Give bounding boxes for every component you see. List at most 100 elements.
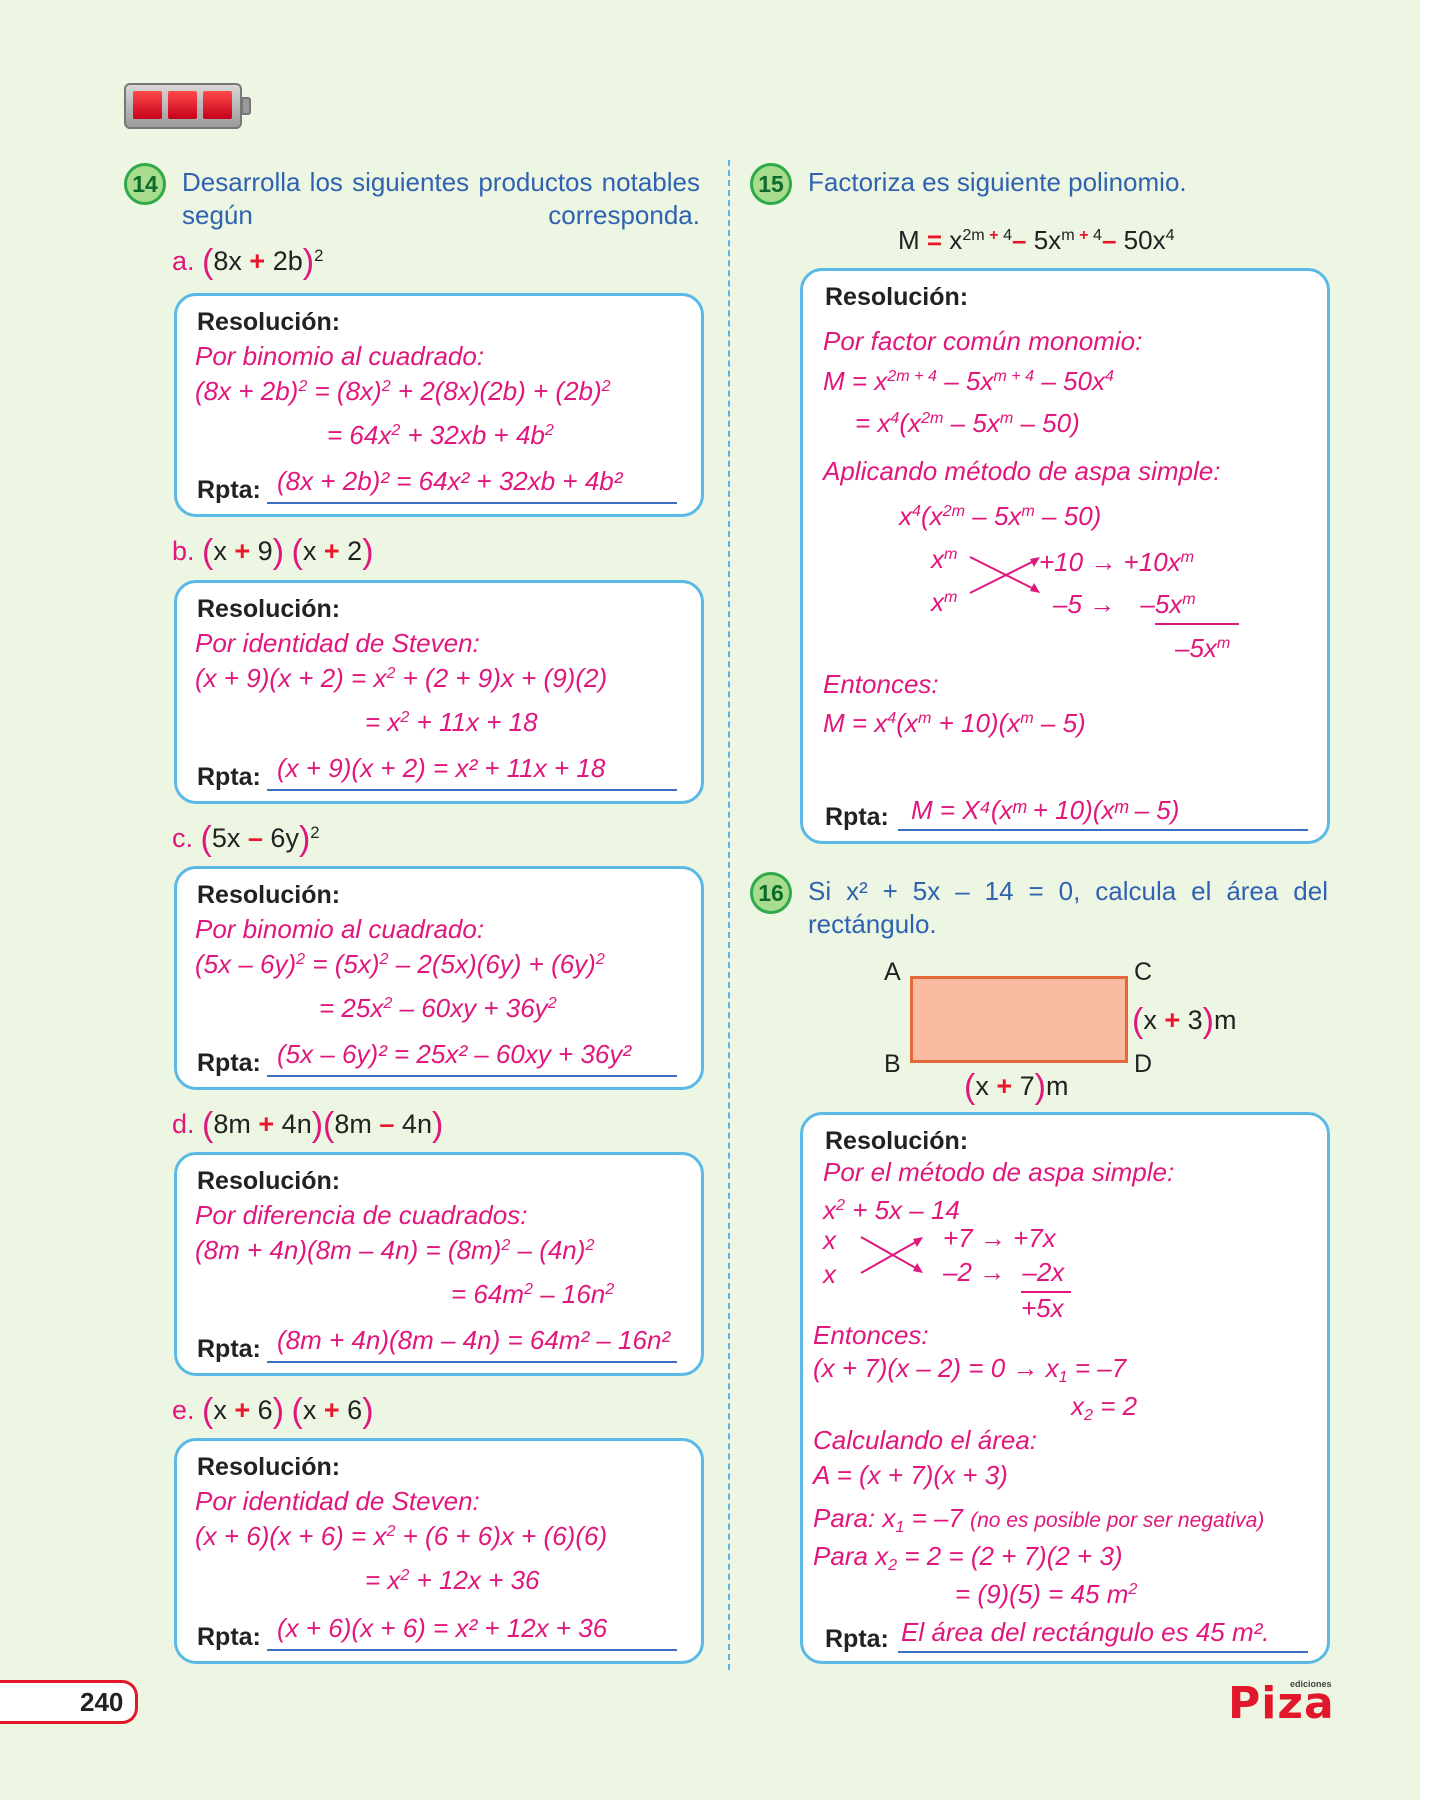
- item-c-label: c. (5x – 6y)2: [172, 820, 320, 858]
- rpta-label: Rpta:: [197, 1335, 261, 1363]
- aspa-left-2: xm: [931, 587, 958, 617]
- resolution-box-16: Resolución: Por el método de aspa simple…: [800, 1112, 1330, 1664]
- step-2: = 64m2 – 16n2: [451, 1279, 615, 1309]
- answer-line: [267, 1361, 677, 1363]
- item-d-label: d. (8m + 4n)(8m – 4n): [172, 1106, 444, 1144]
- aspa-sum: +5x: [1021, 1293, 1064, 1323]
- resolution-box-c: Resolución: Por binomio al cuadrado: (5x…: [174, 866, 704, 1090]
- step-1: M = x2m + 4 – 5xm + 4 – 50x4: [823, 366, 1114, 396]
- resolucion-label: Resolución:: [197, 1167, 341, 1195]
- aspa-right-2: –2 → –2x: [943, 1257, 1065, 1287]
- page: 14 Desarrolla los siguientes productos n…: [0, 0, 1452, 1800]
- answer-text: El área del rectángulo es 45 m².: [901, 1617, 1270, 1647]
- method-text: Por factor común monomio:: [823, 326, 1143, 356]
- aspa-left-2: x: [823, 1259, 836, 1289]
- question-number-16: 16: [750, 872, 792, 914]
- aspa-right-1: +7 → +7x: [943, 1223, 1056, 1253]
- aspa-left-1: x: [823, 1225, 836, 1255]
- vertex-d: D: [1134, 1050, 1153, 1078]
- step-2: = x2 + 11x + 18: [365, 707, 538, 737]
- battery-icon: [124, 83, 252, 129]
- step-1: (x + 6)(x + 6) = x2 + (6 + 6)x + (6)(6): [195, 1521, 608, 1551]
- factored-m: M = x4(xm + 10)(xm – 5): [823, 708, 1086, 738]
- page-edge: [1420, 0, 1452, 1800]
- step-1: (5x – 6y)2 = (5x)2 – 2(5x)(6y) + (6y)2: [195, 949, 605, 979]
- rpta-label: Rpta:: [825, 803, 889, 831]
- cross-arrows-icon: [969, 556, 1040, 594]
- answer-text: (5x – 6y)² = 25x² – 60xy + 36y²: [277, 1039, 632, 1069]
- para-x1: Para: x1 = –7 (no es posible por ser neg…: [813, 1503, 1265, 1536]
- aspa-sum: –5xm: [1175, 633, 1231, 663]
- answer-line: [267, 502, 677, 504]
- method-text-2: Aplicando método de aspa simple:: [823, 456, 1221, 486]
- rpta-label: Rpta:: [197, 1623, 261, 1651]
- rpta-label: Rpta:: [197, 1049, 261, 1077]
- step-2: = x2 + 12x + 36: [365, 1565, 540, 1595]
- answer-line: [267, 1649, 677, 1651]
- method-text: Por diferencia de cuadrados:: [195, 1200, 528, 1230]
- aspa-right-1: +10 → +10xm: [1039, 547, 1195, 577]
- then-text: Entonces:: [823, 669, 939, 699]
- question-14-text: Desarrolla los siguientes productos nota…: [182, 167, 700, 230]
- para-x2: Para x2 = 2 = (2 + 7)(2 + 3): [813, 1541, 1123, 1574]
- step-2: = 25x2 – 60xy + 36y2: [319, 993, 557, 1023]
- rectangle-width: (x + 7)m: [964, 1068, 1069, 1106]
- area-result: = (9)(5) = 45 m2: [955, 1579, 1138, 1609]
- resolucion-label: Resolución:: [825, 283, 969, 311]
- answer-text: (8x + 2b)² = 64x² + 32xb + 4b²: [277, 466, 623, 496]
- cross-arrows-icon: [860, 1236, 923, 1274]
- polynomial-m: M = x2m + 4– 5xm + 4– 50x4: [898, 225, 1175, 255]
- resolucion-label: Resolución:: [197, 308, 341, 336]
- rectangle-shape: [910, 976, 1128, 1063]
- answer-line: [267, 1075, 677, 1077]
- item-b-label: b. (x + 9) (x + 2): [172, 533, 374, 571]
- then-text: Entonces:: [813, 1320, 929, 1350]
- resolucion-label: Resolución:: [197, 595, 341, 623]
- area-formula: A = (x + 7)(x + 3): [813, 1460, 1008, 1490]
- step-1: (8m + 4n)(8m – 4n) = (8m)2 – (4n)2: [195, 1235, 595, 1265]
- step-1: (x + 9)(x + 2) = x2 + (2 + 9)x + (9)(2): [195, 663, 608, 693]
- resolucion-label: Resolución:: [197, 881, 341, 909]
- step-2: = 64x2 + 32xb + 4b2: [327, 420, 554, 450]
- publisher-logo: Piza: [1228, 1678, 1335, 1729]
- question-number-14: 14: [124, 163, 166, 205]
- rectangle-height: (x + 3)m: [1132, 1002, 1237, 1040]
- vertex-a: A: [884, 958, 901, 986]
- question-15-text: Factoriza es siguiente polinomio.: [808, 167, 1187, 197]
- question-16-text: Si x² + 5x – 14 = 0, calcula el área del…: [808, 876, 1328, 939]
- item-e-label: e. (x + 6) (x + 6): [172, 1392, 374, 1430]
- method-text: Por binomio al cuadrado:: [195, 341, 485, 371]
- rpta-label: Rpta:: [197, 763, 261, 791]
- resolution-box-a: Resolución: Por binomio al cuadrado: (8x…: [174, 293, 704, 517]
- answer-line: [267, 789, 677, 791]
- resolution-box-e: Resolución: Por identidad de Steven: (x …: [174, 1438, 704, 1664]
- sum-line: [1155, 623, 1239, 625]
- answer-text: (x + 6)(x + 6) = x² + 12x + 36: [277, 1613, 608, 1643]
- method-text: Por binomio al cuadrado:: [195, 914, 485, 944]
- roots-equation: (x + 7)(x – 2) = 0 → x1 = –7: [813, 1353, 1127, 1386]
- answer-text: (8m + 4n)(8m – 4n) = 64m² – 16n²: [277, 1325, 671, 1355]
- question-number-15: 15: [750, 163, 792, 205]
- step-1: (8x + 2b)2 = (8x)2 + 2(8x)(2b) + (2b)2: [195, 376, 611, 406]
- answer-line: [898, 829, 1308, 831]
- resolucion-label: Resolución:: [825, 1127, 969, 1155]
- method-text: Por el método de aspa simple:: [823, 1157, 1175, 1187]
- answer-text: M = X⁴(xᵐ + 10)(xᵐ – 5): [911, 795, 1180, 825]
- answer-line: [898, 1651, 1308, 1653]
- resolution-box-15: Resolución: Por factor común monomio: M …: [800, 268, 1330, 844]
- calc-text: Calculando el área:: [813, 1425, 1038, 1455]
- step-2: = x4(x2m – 5xm – 50): [855, 408, 1080, 438]
- answer-text: (x + 9)(x + 2) = x² + 11x + 18: [277, 753, 606, 783]
- method-text: Por identidad de Steven:: [195, 628, 480, 658]
- aspa-poly: x4(x2m – 5xm – 50): [899, 501, 1102, 531]
- vertex-b: B: [884, 1050, 901, 1078]
- method-text: Por identidad de Steven:: [195, 1486, 480, 1516]
- aspa-right-2: –5 → –5xm: [1053, 589, 1196, 619]
- resolucion-label: Resolución:: [197, 1453, 341, 1481]
- root-2: x2 = 2: [1071, 1391, 1138, 1424]
- column-divider: [728, 160, 730, 1670]
- aspa-left-1: xm: [931, 544, 958, 574]
- item-a-label: a. (8x + 2b)2: [172, 243, 324, 281]
- rpta-label: Rpta:: [197, 476, 261, 504]
- resolution-box-b: Resolución: Por identidad de Steven: (x …: [174, 580, 704, 804]
